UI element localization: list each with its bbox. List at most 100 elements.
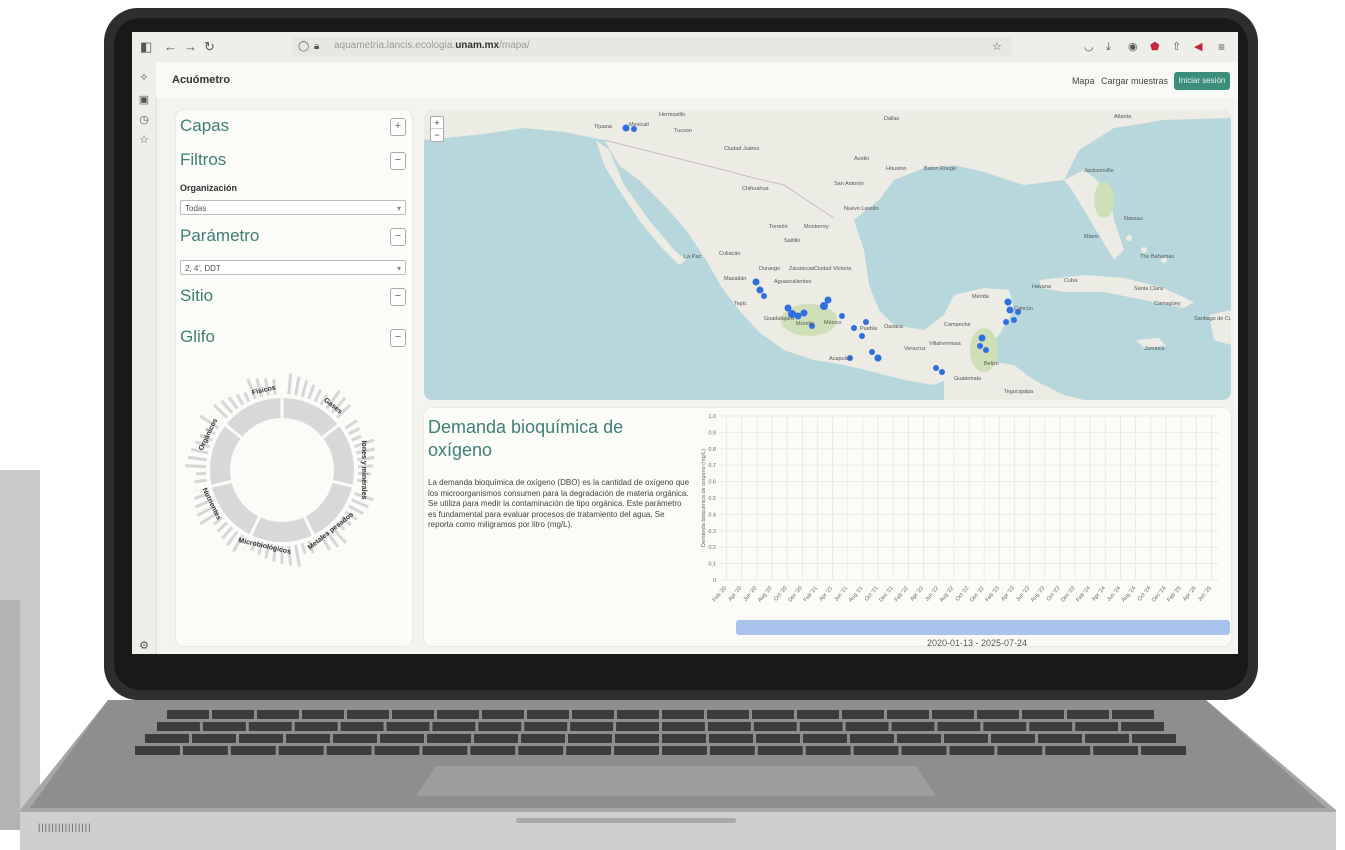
map-city-label: Puebla — [860, 326, 878, 332]
pocket-icon[interactable]: ◡ — [1084, 38, 1094, 56]
glyph-bar — [351, 434, 362, 442]
map-city-label: Tegucigalpa — [1004, 389, 1034, 395]
map-city-label: Jacksonville — [1084, 168, 1114, 174]
map-city-label: Mazatlán — [724, 276, 746, 282]
map-city-label: Campeche — [944, 322, 971, 328]
capas-toggle-button[interactable]: + — [390, 118, 406, 136]
login-button[interactable]: Iniciar sesión — [1174, 72, 1230, 90]
keyboard-key — [294, 722, 338, 731]
map-canvas: Tijuana Mexicali Hermosillo Tucson Ciudad Ju… — [424, 110, 1231, 400]
keyboard-key — [145, 734, 189, 743]
keyboard-key — [135, 746, 180, 755]
map-city-label: Tucson — [674, 128, 692, 134]
chart-xtick-label: Jun '22 — [924, 585, 940, 602]
forward-icon[interactable]: → — [184, 38, 197, 56]
bookmarks-icon[interactable]: ☆ — [138, 134, 150, 146]
download-icon[interactable]: ⤓ — [1106, 38, 1111, 56]
chart-xtick-label: Apr '24 — [1091, 585, 1107, 602]
chart-xtick-label: Feb '24 — [1075, 585, 1091, 603]
sitio-title: Sitio — [180, 286, 214, 305]
laptop-base — [20, 700, 1336, 850]
lock-icon[interactable]: 🔒︎ — [314, 38, 319, 56]
history-icon[interactable]: ◷ — [138, 114, 150, 126]
map-city-label: Tijuana — [594, 124, 613, 130]
map-city-label: Chihuahua — [742, 186, 770, 192]
keyboard-key — [527, 710, 569, 719]
menu-icon[interactable]: ≡ — [1218, 38, 1225, 56]
share-icon[interactable]: ⇧ — [1172, 38, 1181, 56]
zoom-in-button[interactable]: + — [431, 117, 443, 129]
keyboard-key — [566, 746, 612, 755]
megaphone-icon[interactable]: ◀ — [1194, 38, 1202, 56]
chart-xtick-label: Jun '24 — [1106, 585, 1122, 602]
keyboard-key — [853, 746, 899, 755]
map-city-label: Cuba — [1064, 278, 1078, 284]
keyboard-key — [752, 710, 794, 719]
reload-icon[interactable]: ↻ — [204, 38, 215, 56]
keyboard-key — [302, 710, 344, 719]
chart-ytick-label: 0.2 — [708, 545, 716, 551]
keyboard-key — [977, 710, 1019, 719]
url-text: aquametria.lancis.ecologia.unam.mx/mapa/ — [334, 40, 530, 51]
chart-ytick-label: 0.1 — [708, 562, 716, 568]
url-bar[interactable]: ◯ 🔒︎ aquametria.lancis.ecologia.unam.mx/… — [292, 37, 1012, 57]
nav-mapa[interactable]: Mapa — [1072, 76, 1095, 86]
keyboard-key — [432, 722, 476, 731]
organizacion-select[interactable]: Todas ▾ — [180, 200, 406, 215]
chart-xtick-label: Feb '21 — [803, 585, 819, 603]
filtros-title: Filtros — [180, 150, 227, 169]
chart-xtick-label: Jun '25 — [1197, 585, 1213, 602]
keyboard-key — [756, 734, 800, 743]
chevron-down-icon: ▾ — [396, 264, 401, 273]
keyboard-key — [347, 710, 389, 719]
map-city-label: Miami — [1084, 234, 1099, 240]
chart-xtick-label: Aug '22 — [939, 585, 955, 603]
date-range-slider[interactable] — [736, 620, 1230, 635]
sparkle-icon[interactable]: ✧ — [138, 72, 150, 84]
extension-icon[interactable]: ⬟ — [1150, 38, 1160, 56]
map-city-label: Baton Rouge — [924, 166, 956, 172]
keyboard-key — [326, 746, 372, 755]
map[interactable]: Tijuana Mexicali Hermosillo Tucson Ciudad Ju… — [424, 110, 1231, 400]
map-city-label: Austin — [854, 156, 869, 162]
tabs-icon[interactable]: ▣ — [138, 94, 150, 106]
zoom-out-button[interactable]: − — [431, 129, 443, 141]
keyboard-key — [182, 746, 228, 755]
sitio-toggle-button[interactable]: − — [390, 288, 406, 306]
map-city-label: Morelia — [796, 321, 815, 327]
trackpad[interactable] — [416, 766, 936, 796]
keyboard-key — [887, 710, 929, 719]
chart-xtick-label: Jun '23 — [1015, 585, 1031, 602]
map-city-label: Villahermosa — [929, 341, 962, 347]
glifo-toggle-button[interactable]: − — [390, 329, 406, 347]
settings-icon[interactable]: ⚙ — [138, 640, 150, 652]
map-city-label: Cancún — [1014, 306, 1033, 312]
keyboard-key — [568, 734, 612, 743]
bookmark-star-icon[interactable]: ☆ — [992, 38, 1002, 56]
keyboard-key — [1121, 722, 1164, 731]
parametro-toggle-button[interactable]: − — [390, 228, 406, 246]
filtros-toggle-button[interactable]: − — [390, 152, 406, 170]
back-icon[interactable]: ← — [164, 38, 177, 56]
map-city-label: Ciudad Juárez — [724, 146, 760, 152]
glyph-bar — [300, 379, 309, 398]
chart-ytick-label: 0.8 — [708, 447, 716, 453]
glyph-bar — [235, 393, 245, 406]
keyboard-key — [1045, 746, 1091, 755]
account-icon[interactable]: ◉ — [1128, 38, 1138, 56]
chart-xtick-label: Dec '23 — [1060, 585, 1076, 603]
glyph-bar — [348, 426, 361, 436]
keyboard-key — [157, 722, 200, 731]
nav-cargar-muestras[interactable]: Cargar muestras — [1101, 76, 1168, 86]
keyboard-key — [991, 734, 1035, 743]
parametro-select[interactable]: 2, 4', DDT ▾ — [180, 260, 406, 275]
shield-icon[interactable]: ◯ — [298, 38, 309, 56]
capas-title: Capas — [180, 116, 230, 135]
keyboard-key — [340, 722, 384, 731]
filters-panel: Capas + Filtros − Organización Todas ▾ P… — [176, 110, 412, 646]
map-city-label: Ciudad Victoria — [814, 266, 852, 272]
sidebar-toggle-icon[interactable]: ◧ — [140, 38, 152, 56]
map-city-label: Acapulco — [829, 356, 852, 362]
glyph-bar — [307, 384, 316, 400]
keyboard-key — [392, 710, 434, 719]
